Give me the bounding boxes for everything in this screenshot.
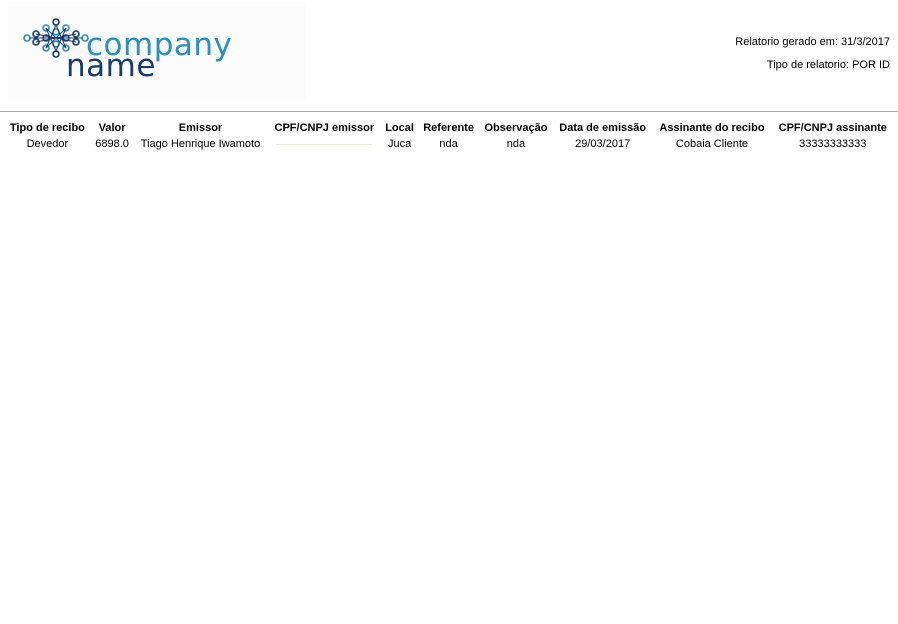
cell-cpf-cnpj-emissor: [268, 136, 381, 152]
table-header-row: Tipo de recibo Valor Emissor CPF/CNPJ em…: [4, 120, 894, 136]
column-header-tipo-de-recibo: Tipo de recibo: [9, 122, 85, 134]
column-header-referente: Referente: [423, 122, 474, 134]
column-header-assinante-do-recibo: Assinante do recibo: [659, 122, 765, 134]
cell-valor: 6898.0: [95, 138, 129, 150]
column-header-data-de-emissao: Data de emissão: [559, 122, 647, 134]
column-header-emissor: Emissor: [178, 122, 223, 134]
cell-emissor: Tiago Henrique Iwamoto: [140, 138, 261, 150]
cell-cpf-cnpj-assinante: 33333333333: [799, 138, 867, 150]
cell-local: Juca: [387, 138, 412, 150]
column-header-cpf-cnpj-assinante: CPF/CNPJ assinante: [778, 122, 887, 134]
cell-observacao: nda: [506, 138, 526, 150]
cell-assinante-do-recibo: Cobaia Cliente: [675, 138, 749, 150]
column-header-observacao: Observação: [484, 122, 548, 134]
column-header-valor: Valor: [98, 122, 126, 134]
column-header-local: Local: [385, 122, 414, 134]
report-generated-date: Relatorio gerado em: 31/3/2017: [735, 36, 890, 48]
header-divider: [0, 111, 898, 112]
cell-referente: nda: [439, 138, 458, 150]
report-type: Tipo de relatorio: POR ID: [766, 59, 890, 71]
cell-tipo-de-recibo: Devedor: [26, 138, 69, 150]
cell-data-de-emissao: 29/03/2017: [575, 138, 631, 150]
company-logo: company name: [8, 2, 306, 100]
empty-value-line: [276, 143, 373, 145]
receipts-table: Tipo de recibo Valor Emissor CPF/CNPJ em…: [4, 120, 894, 152]
table-row: Devedor 6898.0 Tiago Henrique Iwamoto Ju…: [4, 136, 894, 152]
logo-text-name: name: [66, 48, 156, 84]
column-header-cpf-cnpj-emissor: CPF/CNPJ emissor: [274, 122, 375, 134]
